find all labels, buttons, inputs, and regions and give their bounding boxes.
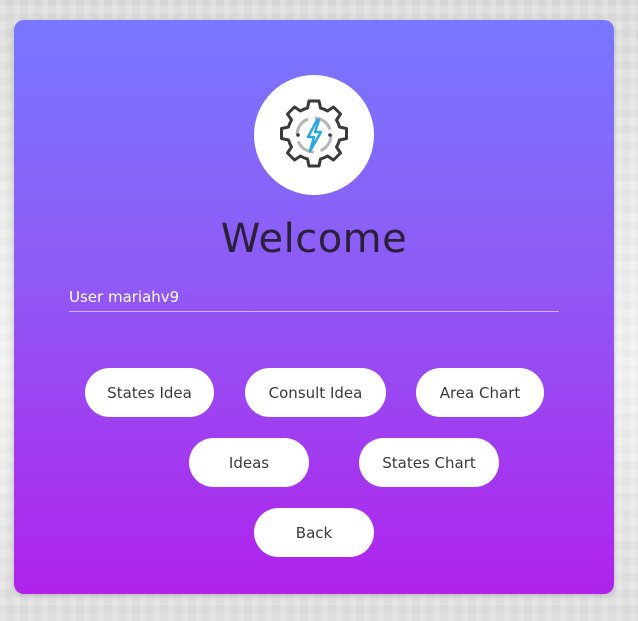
consult-idea-button[interactable]: Consult Idea	[245, 368, 386, 417]
logo	[254, 75, 374, 195]
ideas-button[interactable]: Ideas	[189, 438, 309, 487]
states-idea-button[interactable]: States Idea	[85, 368, 214, 417]
back-button[interactable]: Back	[254, 508, 374, 557]
states-chart-button[interactable]: States Chart	[359, 438, 499, 487]
username-label: User mariahv9	[69, 288, 559, 312]
gear-lightning-icon	[280, 99, 348, 168]
area-chart-button[interactable]: Area Chart	[416, 368, 544, 417]
welcome-card: Welcome User mariahv9 States Idea Consul…	[14, 20, 614, 594]
page-title: Welcome	[220, 216, 408, 262]
